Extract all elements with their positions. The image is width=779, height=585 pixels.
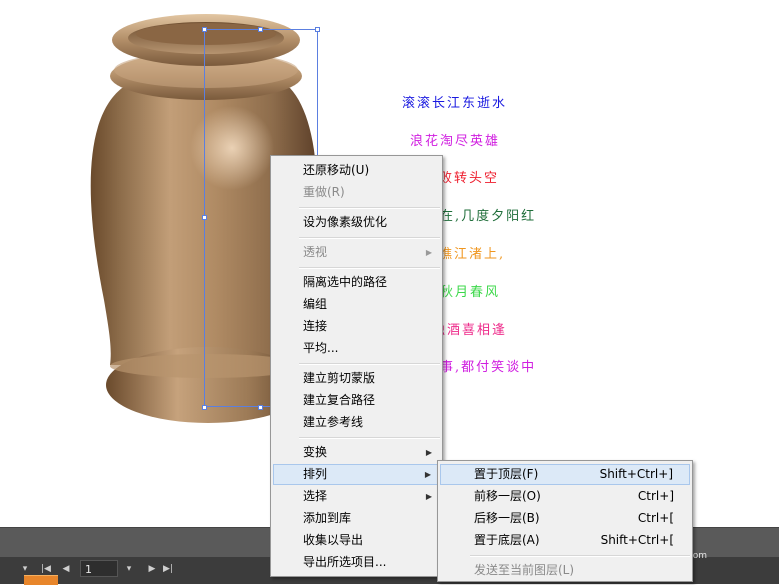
menu-label: 建立参考线 bbox=[303, 415, 364, 429]
menu-isolate-path[interactable]: 隔离选中的路径 bbox=[273, 272, 440, 293]
menu-separator bbox=[299, 207, 440, 209]
menu-pixel-optimize[interactable]: 设为像素级优化 bbox=[273, 212, 440, 233]
menu-separator bbox=[299, 237, 440, 239]
menu-perspective[interactable]: 透视 ▶ bbox=[273, 242, 440, 263]
menu-label: 导出所选项目... bbox=[303, 555, 387, 569]
submenu-send-to-current-layer[interactable]: 发送至当前图层(L) bbox=[440, 560, 690, 581]
poem-line-2: 浪花淘尽英雄 bbox=[410, 134, 501, 149]
menu-average[interactable]: 平均... bbox=[273, 338, 440, 359]
page-number-field[interactable]: 1 bbox=[80, 560, 118, 577]
menu-label: 变换 bbox=[303, 445, 328, 459]
selection-handle-top-middle[interactable] bbox=[258, 27, 263, 32]
page-dropdown-arrow-icon[interactable]: ▾ bbox=[122, 561, 136, 577]
menu-separator bbox=[299, 267, 440, 269]
submenu-bring-to-front[interactable]: 置于顶层(F) Shift+Ctrl+] bbox=[440, 464, 690, 485]
menu-arrange[interactable]: 排列 ▶ bbox=[273, 464, 440, 485]
submenu-send-backward[interactable]: 后移一层(B) Ctrl+[ bbox=[440, 508, 690, 529]
menu-transform[interactable]: 变换 ▶ bbox=[273, 442, 440, 463]
menu-shortcut: Ctrl+] bbox=[637, 489, 674, 503]
menu-label: 建立复合路径 bbox=[303, 393, 376, 407]
prev-page-icon[interactable]: ◀ bbox=[60, 561, 72, 577]
menu-label: 隔离选中的路径 bbox=[303, 275, 388, 289]
menu-shortcut: Shift+Ctrl+[ bbox=[600, 533, 674, 547]
menu-join[interactable]: 连接 bbox=[273, 316, 440, 337]
menu-shortcut: Ctrl+[ bbox=[637, 511, 674, 525]
menu-export-selection[interactable]: 导出所选项目... bbox=[273, 552, 440, 573]
menu-label: 添加到库 bbox=[303, 511, 352, 525]
submenu-arrow-icon: ▶ bbox=[425, 448, 432, 457]
menu-shortcut: Shift+Ctrl+] bbox=[599, 467, 673, 481]
menu-label: 置于顶层(F) bbox=[474, 467, 539, 481]
submenu-send-to-back[interactable]: 置于底层(A) Shift+Ctrl+[ bbox=[440, 530, 690, 551]
menu-group[interactable]: 编组 bbox=[273, 294, 440, 315]
menu-label: 后移一层(B) bbox=[474, 511, 540, 525]
menu-separator bbox=[470, 555, 690, 557]
menu-redo[interactable]: 重做(R) bbox=[273, 182, 440, 203]
selection-handle-bottom-left[interactable] bbox=[202, 405, 207, 410]
menu-separator bbox=[299, 363, 440, 365]
menu-separator bbox=[299, 437, 440, 439]
submenu-arrow-icon: ▶ bbox=[425, 492, 432, 501]
menu-make-compound-path[interactable]: 建立复合路径 bbox=[273, 390, 440, 411]
menu-label: 选择 bbox=[303, 489, 328, 503]
menu-undo-move[interactable]: 还原移动(U) bbox=[273, 160, 440, 181]
menu-label: 排列 bbox=[303, 467, 328, 481]
menu-make-guides[interactable]: 建立参考线 bbox=[273, 412, 440, 433]
next-page-icon[interactable]: ▶ bbox=[146, 561, 158, 577]
menu-label: 建立剪切蒙版 bbox=[303, 371, 376, 385]
last-page-icon[interactable]: ▶| bbox=[162, 561, 174, 577]
menu-label: 连接 bbox=[303, 319, 328, 333]
menu-label: 编组 bbox=[303, 297, 328, 311]
menu-label: 设为像素级优化 bbox=[303, 215, 388, 229]
selection-handle-top-left[interactable] bbox=[202, 27, 207, 32]
submenu-bring-forward[interactable]: 前移一层(O) Ctrl+] bbox=[440, 486, 690, 507]
menu-label: 收集以导出 bbox=[303, 533, 364, 547]
menu-label: 发送至当前图层(L) bbox=[474, 563, 575, 577]
context-menu: 还原移动(U) 重做(R) 设为像素级优化 透视 ▶ 隔离选中的路径 编组 连接 … bbox=[270, 155, 443, 577]
menu-label: 透视 bbox=[303, 245, 328, 259]
menu-label: 平均... bbox=[303, 341, 339, 355]
menu-select[interactable]: 选择 ▶ bbox=[273, 486, 440, 507]
arrange-submenu: 置于顶层(F) Shift+Ctrl+] 前移一层(O) Ctrl+] 后移一层(B… bbox=[437, 460, 693, 582]
menu-label: 还原移动(U) bbox=[303, 163, 370, 177]
submenu-arrow-icon: ▶ bbox=[424, 470, 431, 479]
poem-line-1: 滚滚长江东逝水 bbox=[402, 96, 508, 111]
menu-label: 置于底层(A) bbox=[474, 533, 540, 547]
selection-handle-middle-left[interactable] bbox=[202, 215, 207, 220]
menu-make-clipping-mask[interactable]: 建立剪切蒙版 bbox=[273, 368, 440, 389]
submenu-arrow-icon: ▶ bbox=[425, 248, 432, 257]
menu-add-to-library[interactable]: 添加到库 bbox=[273, 508, 440, 529]
selection-handle-top-right[interactable] bbox=[315, 27, 320, 32]
menu-label: 重做(R) bbox=[303, 185, 345, 199]
selection-handle-bottom-middle[interactable] bbox=[258, 405, 263, 410]
menu-collect-for-export[interactable]: 收集以导出 bbox=[273, 530, 440, 551]
menu-label: 前移一层(O) bbox=[474, 489, 541, 503]
